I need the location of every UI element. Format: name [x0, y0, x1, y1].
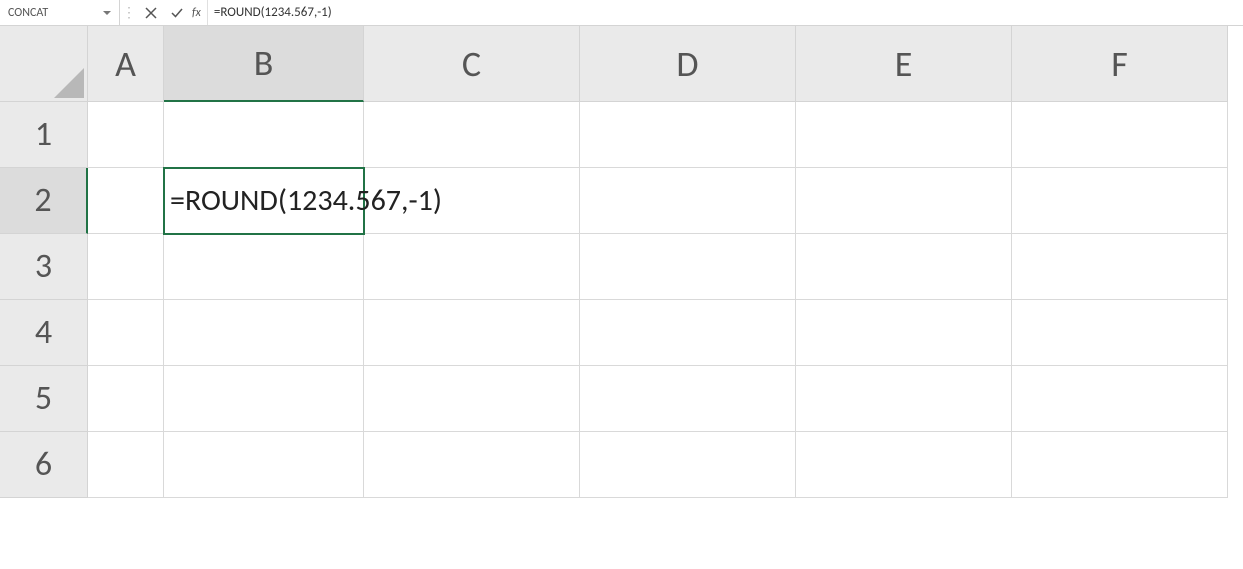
chevron-down-icon[interactable] — [103, 11, 111, 15]
cell-F4[interactable] — [1012, 300, 1228, 366]
cell-B6[interactable] — [164, 432, 364, 498]
cell-B2[interactable]: =ROUND(1234.567,-1) — [164, 168, 364, 234]
cell-F2[interactable] — [1012, 168, 1228, 234]
name-box[interactable]: CONCAT — [0, 0, 120, 25]
col-header-B[interactable]: B — [164, 26, 364, 102]
row-header-2[interactable]: 2 — [0, 168, 88, 234]
cell-E4[interactable] — [796, 300, 1012, 366]
name-box-text: CONCAT — [8, 6, 99, 20]
row-header-1[interactable]: 1 — [0, 102, 88, 168]
cell-A6[interactable] — [88, 432, 164, 498]
cell-E6[interactable] — [796, 432, 1012, 498]
select-all-corner[interactable] — [0, 26, 88, 102]
formula-bar: CONCAT ⋮ fx — [0, 0, 1243, 26]
cell-A3[interactable] — [88, 234, 164, 300]
cell-E3[interactable] — [796, 234, 1012, 300]
cell-D4[interactable] — [580, 300, 796, 366]
cell-B5[interactable] — [164, 366, 364, 432]
cell-C5[interactable] — [364, 366, 580, 432]
cell-E5[interactable] — [796, 366, 1012, 432]
cancel-button[interactable] — [138, 0, 164, 25]
cell-D3[interactable] — [580, 234, 796, 300]
spreadsheet-grid: A B C D E F 1 2 =ROUND(1234.567,-1) 3 4 … — [0, 26, 1243, 498]
formula-input[interactable] — [207, 0, 1243, 25]
cell-A2[interactable] — [88, 168, 164, 234]
cell-E2[interactable] — [796, 168, 1012, 234]
cell-F1[interactable] — [1012, 102, 1228, 168]
cell-D2[interactable] — [580, 168, 796, 234]
divider: ⋮ — [120, 0, 138, 25]
row-header-5[interactable]: 5 — [0, 366, 88, 432]
cell-B3[interactable] — [164, 234, 364, 300]
cell-editor[interactable]: =ROUND(1234.567,-1) — [164, 168, 448, 233]
col-header-C[interactable]: C — [364, 26, 580, 102]
cell-B4[interactable] — [164, 300, 364, 366]
col-header-E[interactable]: E — [796, 26, 1012, 102]
cell-A5[interactable] — [88, 366, 164, 432]
enter-button[interactable] — [164, 0, 190, 25]
cell-E1[interactable] — [796, 102, 1012, 168]
cell-A4[interactable] — [88, 300, 164, 366]
cell-C1[interactable] — [364, 102, 580, 168]
cell-D1[interactable] — [580, 102, 796, 168]
cell-D6[interactable] — [580, 432, 796, 498]
cell-A1[interactable] — [88, 102, 164, 168]
cell-C6[interactable] — [364, 432, 580, 498]
cell-B1[interactable] — [164, 102, 364, 168]
cell-D5[interactable] — [580, 366, 796, 432]
cell-C3[interactable] — [364, 234, 580, 300]
row-header-3[interactable]: 3 — [0, 234, 88, 300]
col-header-A[interactable]: A — [88, 26, 164, 102]
row-header-4[interactable]: 4 — [0, 300, 88, 366]
fx-icon[interactable]: fx — [192, 6, 201, 20]
cell-C4[interactable] — [364, 300, 580, 366]
check-icon — [171, 7, 183, 19]
cell-F6[interactable] — [1012, 432, 1228, 498]
cell-F5[interactable] — [1012, 366, 1228, 432]
row-header-6[interactable]: 6 — [0, 432, 88, 498]
col-header-D[interactable]: D — [580, 26, 796, 102]
close-icon — [145, 7, 157, 19]
cell-F3[interactable] — [1012, 234, 1228, 300]
col-header-F[interactable]: F — [1012, 26, 1228, 102]
